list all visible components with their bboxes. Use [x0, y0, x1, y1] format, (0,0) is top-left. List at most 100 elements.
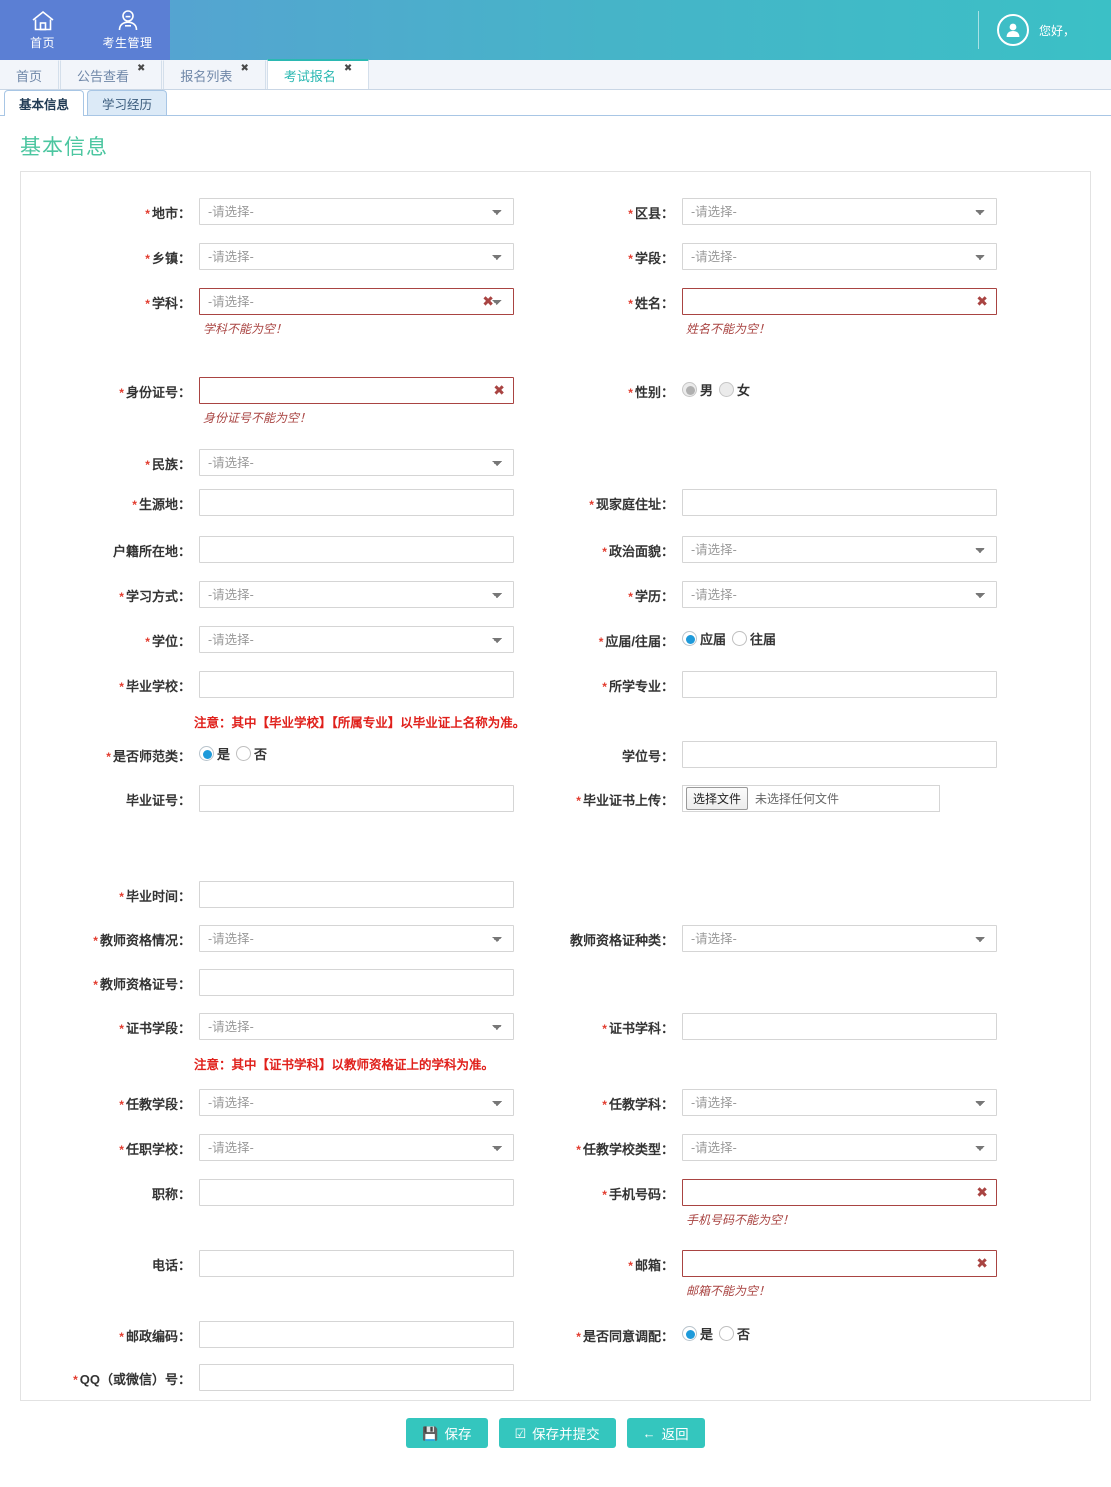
required-marker: *	[576, 1143, 581, 1157]
tab-announcements[interactable]: 公告查看 ✖	[60, 60, 163, 89]
cert-stage-select[interactable]: -请选择-	[199, 1013, 514, 1040]
user-greeting: 您好，	[1038, 23, 1075, 38]
phone-input[interactable]	[199, 1250, 514, 1277]
postcode-input[interactable]	[199, 1321, 514, 1348]
field-label-diploma-no: 毕业证号：	[125, 793, 191, 808]
required-marker: *	[602, 545, 607, 559]
is-normal-option-no-label: 否	[254, 747, 268, 762]
tab-strip: 首页 公告查看 ✖ 报名列表 ✖ 考试报名 ✖	[0, 59, 1111, 90]
required-marker: *	[119, 590, 124, 604]
teaching-subject-select[interactable]: -请选择-	[682, 1089, 997, 1116]
grad-status-option-previous[interactable]: 往届	[732, 629, 776, 648]
grad-time-input[interactable]	[199, 881, 514, 908]
user-avatar-icon[interactable]	[996, 14, 1029, 46]
field-row-origin: * 生源地：	[21, 489, 514, 516]
subtab-basic-info[interactable]: 基本信息	[4, 90, 85, 116]
arrow-left-icon: ←	[642, 1425, 656, 1441]
tab-home[interactable]: 首页	[0, 60, 60, 89]
subject-error-message: 学科不能为空！	[203, 322, 288, 336]
mobile-input[interactable]	[682, 1179, 997, 1206]
save-and-submit-button-label: 保存并提交	[532, 1427, 600, 1442]
field-label-allow-adjust: * 是否同意调配：	[576, 1329, 674, 1344]
field-label-political: * 政治面貌：	[602, 544, 674, 559]
required-marker: *	[628, 207, 633, 221]
field-row-name: * 姓名： ✖ 姓名不能为空！	[504, 288, 997, 337]
name-input[interactable]	[682, 288, 997, 315]
township-select[interactable]: -请选择-	[199, 243, 514, 270]
required-marker: *	[628, 297, 633, 311]
save-and-submit-button[interactable]: ☑ 保存并提交	[498, 1418, 616, 1448]
school-type-select[interactable]: -请选择-	[682, 1134, 997, 1161]
required-marker: *	[576, 1330, 581, 1344]
field-row-id-number: * 身份证号： ✖ 身份证号不能为空！	[21, 377, 514, 426]
tab-exam-registration[interactable]: 考试报名 ✖	[266, 59, 370, 89]
allow-adjust-radio-group[interactable]: 是 否	[682, 1321, 997, 1343]
teach-cert-no-input[interactable]	[199, 969, 514, 996]
close-icon[interactable]: ✖	[240, 63, 248, 74]
mobile-error-message: 手机号码不能为空！	[686, 1213, 795, 1227]
household-input[interactable]	[199, 536, 514, 563]
allow-adjust-option-yes[interactable]: 是	[682, 1324, 713, 1343]
field-label-teach-cert-type: 教师资格证种类：	[569, 933, 674, 948]
field-label-cert-subject: * 证书学科：	[602, 1021, 674, 1036]
title-rank-input[interactable]	[199, 1179, 514, 1206]
political-select[interactable]: -请选择-	[682, 536, 997, 563]
nav-item-candidate-management[interactable]: 考生管理	[85, 0, 170, 60]
save-button[interactable]: 💾 保存	[406, 1418, 488, 1448]
id-number-input[interactable]	[199, 377, 514, 404]
field-row-teaching-subject: * 任教学科： -请选择-	[504, 1089, 997, 1116]
field-label-is-normal: * 是否师范类：	[106, 749, 191, 764]
header-divider	[977, 11, 979, 49]
grad-status-option-current[interactable]: 应届	[682, 629, 726, 648]
qq-input[interactable]	[199, 1364, 514, 1391]
field-label-school-type: * 任教学校类型：	[576, 1142, 674, 1157]
city-select[interactable]: -请选择-	[199, 198, 514, 225]
close-icon[interactable]: ✖	[137, 63, 145, 74]
field-label-name: * 姓名：	[628, 296, 674, 311]
stage-select[interactable]: -请选择-	[682, 243, 997, 270]
field-row-home-address: * 现家庭住址：	[504, 489, 997, 516]
required-marker: *	[119, 1143, 124, 1157]
back-button[interactable]: ← 返回	[626, 1418, 705, 1448]
education-select[interactable]: -请选择-	[682, 581, 997, 608]
email-error-message: 邮箱不能为空！	[686, 1284, 771, 1298]
diploma-no-input[interactable]	[199, 785, 514, 812]
gender-option-female[interactable]: 女	[719, 380, 750, 399]
required-marker: *	[119, 1330, 124, 1344]
subject-select[interactable]: -请选择-	[199, 288, 514, 315]
study-mode-select[interactable]: -请选择-	[199, 581, 514, 608]
close-icon[interactable]: ✖	[344, 63, 352, 74]
grad-school-input[interactable]	[199, 671, 514, 698]
email-input[interactable]	[682, 1250, 997, 1277]
gender-option-female-label: 女	[737, 383, 751, 398]
cert-upload-file-input[interactable]: 选择文件 未选择任何文件	[682, 785, 940, 812]
floppy-save-icon: 💾	[422, 1425, 439, 1441]
is-normal-option-no[interactable]: 否	[236, 744, 267, 763]
tab-announcements-label: 公告查看	[77, 68, 130, 84]
gender-option-male[interactable]: 男	[682, 380, 713, 399]
degree-no-input[interactable]	[682, 741, 997, 768]
choose-file-button[interactable]: 选择文件	[686, 787, 749, 810]
gender-radio-group[interactable]: 男 女	[682, 377, 997, 399]
is-normal-option-yes[interactable]: 是	[199, 744, 230, 763]
teach-cert-type-select[interactable]: -请选择-	[682, 925, 997, 952]
required-marker: *	[119, 386, 124, 400]
cert-subject-input[interactable]	[682, 1013, 997, 1040]
subtab-study-history[interactable]: 学习经历	[87, 90, 168, 115]
degree-select[interactable]: -请选择-	[199, 626, 514, 653]
is-normal-radio-group[interactable]: 是 否	[199, 741, 514, 763]
ethnicity-select[interactable]: -请选择-	[199, 449, 514, 476]
field-row-qq: * QQ（或微信）号：	[21, 1364, 514, 1391]
major-input[interactable]	[682, 671, 997, 698]
allow-adjust-option-no[interactable]: 否	[719, 1324, 750, 1343]
origin-input[interactable]	[199, 489, 514, 516]
teach-cert-status-select[interactable]: -请选择-	[199, 925, 514, 952]
tab-registration-list[interactable]: 报名列表 ✖	[163, 60, 266, 89]
field-row-education: * 学历： -请选择-	[504, 581, 997, 608]
nav-item-home[interactable]: 首页	[0, 0, 85, 60]
district-select[interactable]: -请选择-	[682, 198, 997, 225]
teaching-stage-select[interactable]: -请选择-	[199, 1089, 514, 1116]
grad-status-radio-group[interactable]: 应届 往届	[682, 626, 997, 648]
home-address-input[interactable]	[682, 489, 997, 516]
work-school-select[interactable]: -请选择-	[199, 1134, 514, 1161]
